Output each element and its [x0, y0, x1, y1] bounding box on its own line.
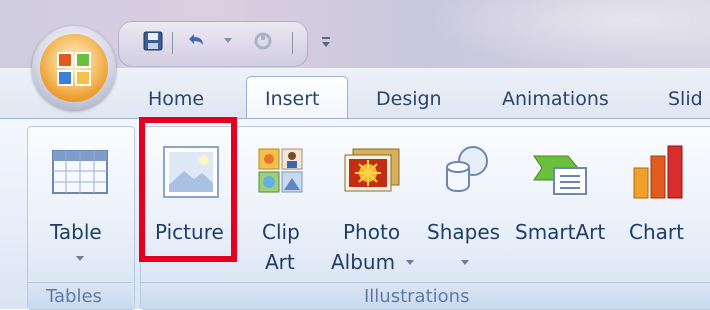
- tab-animations[interactable]: Animations: [502, 88, 609, 110]
- shapes-button-label[interactable]: Shapes: [427, 222, 500, 242]
- clip-art-label-line1[interactable]: Clip: [262, 222, 300, 242]
- table-icon[interactable]: [52, 150, 108, 198]
- smartart-icon[interactable]: [532, 150, 590, 200]
- undo-dropdown-icon[interactable]: [224, 38, 232, 43]
- tab-home[interactable]: Home: [148, 88, 204, 110]
- tab-design[interactable]: Design: [376, 88, 442, 110]
- table-dropdown-icon[interactable]: [76, 256, 84, 261]
- qat-separator: [292, 32, 293, 54]
- save-icon[interactable]: [142, 30, 164, 52]
- photo-album-label-line2[interactable]: Album: [331, 252, 395, 272]
- clip-art-icon[interactable]: [258, 148, 304, 198]
- qat-separator: [172, 32, 173, 54]
- shapes-dropdown-icon[interactable]: [461, 260, 469, 265]
- customize-qat-icon[interactable]: [320, 34, 332, 48]
- picture-highlight-box: [139, 117, 237, 262]
- office-logo-icon: [56, 51, 92, 91]
- clip-art-label-line2[interactable]: Art: [265, 252, 295, 272]
- table-button-label[interactable]: Table: [50, 222, 102, 242]
- group-tables-label: Tables: [46, 286, 102, 307]
- photo-album-icon[interactable]: [343, 148, 401, 198]
- tab-slide-show[interactable]: Slid: [668, 88, 703, 110]
- tab-insert[interactable]: Insert: [265, 88, 320, 110]
- redo-icon[interactable]: [252, 30, 274, 52]
- group-illustrations-label: Illustrations: [364, 286, 470, 307]
- photo-album-dropdown-icon[interactable]: [406, 260, 414, 265]
- chart-button-label[interactable]: Chart: [629, 222, 684, 242]
- title-bar-glow: [420, 0, 710, 68]
- shapes-icon[interactable]: [437, 145, 493, 201]
- photo-album-label-line1[interactable]: Photo: [343, 222, 400, 242]
- undo-icon[interactable]: [184, 30, 206, 52]
- chart-icon[interactable]: [632, 144, 686, 204]
- smartart-button-label[interactable]: SmartArt: [515, 222, 605, 242]
